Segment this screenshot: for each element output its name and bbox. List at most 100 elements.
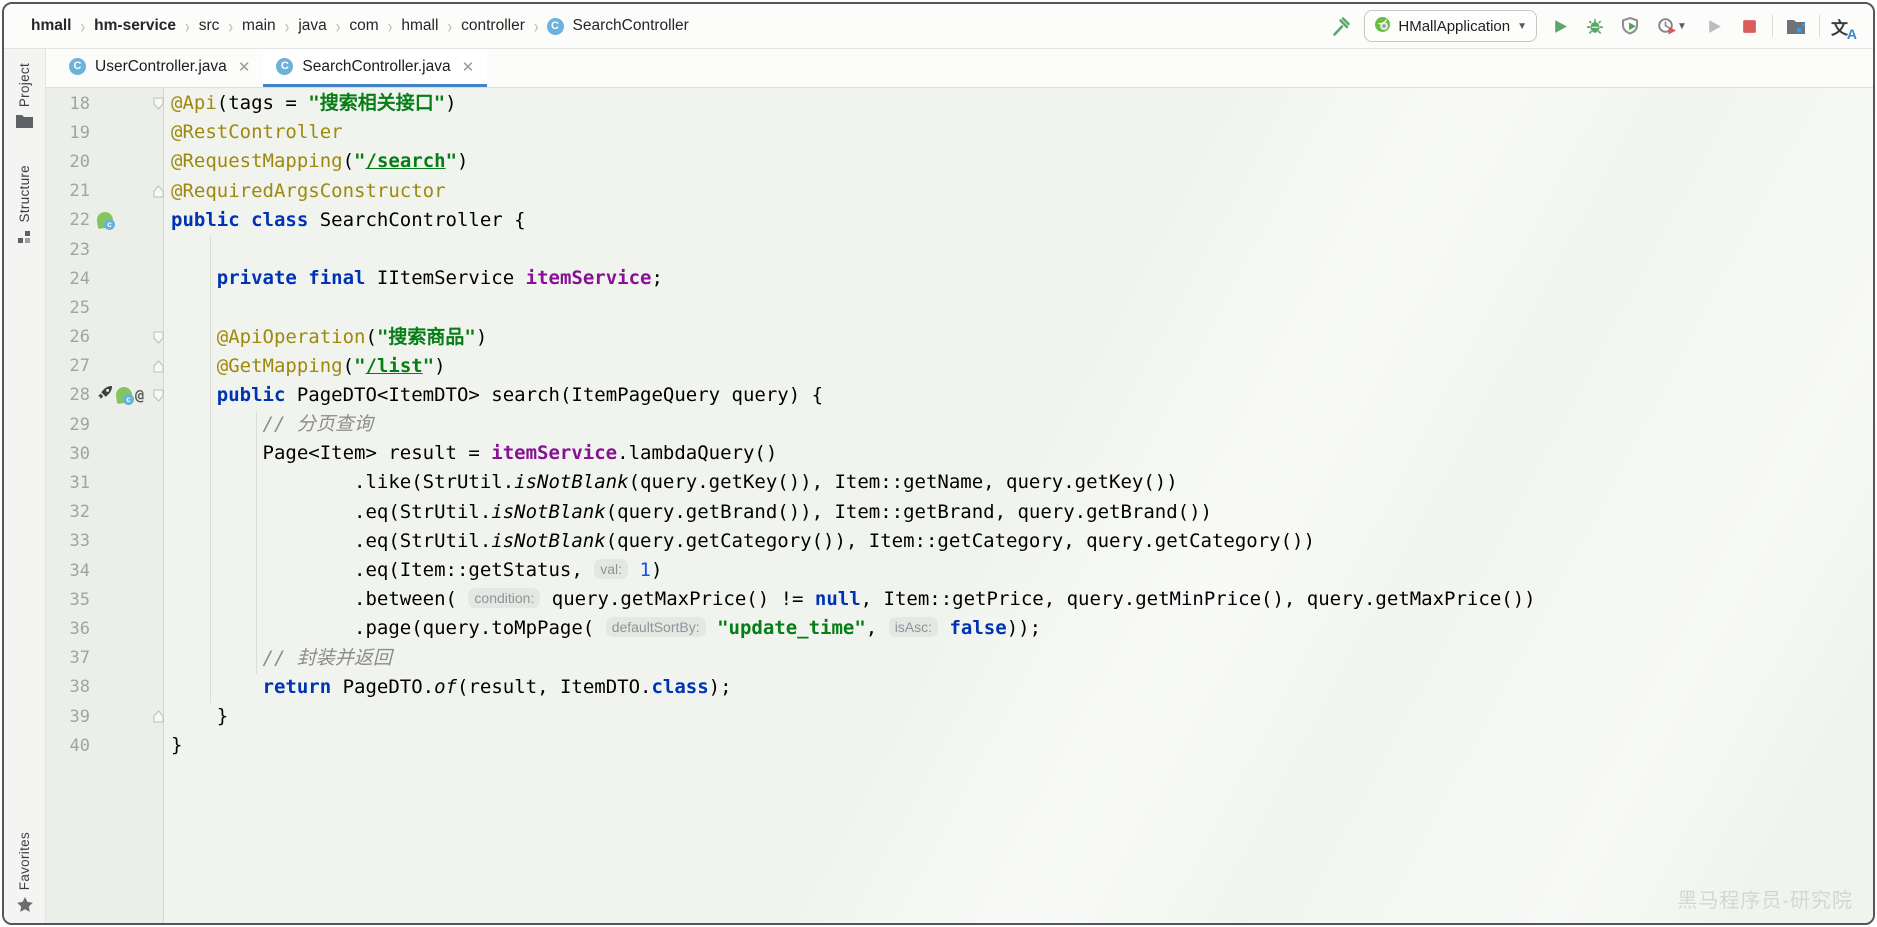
code-line-20: 20@RequestMapping("/search") <box>46 147 1873 176</box>
star-icon <box>17 897 33 915</box>
fold-marker-icon[interactable] <box>149 331 168 344</box>
code-text: @RequestMapping("/search") <box>168 147 468 176</box>
code-line-24: 24 private final IItemService itemServic… <box>46 264 1873 293</box>
code-text: private final IItemService itemService; <box>168 264 663 293</box>
breadcrumb-item-java[interactable]: java <box>291 15 333 37</box>
token-field: itemService <box>491 442 617 464</box>
code-line-28: 28c@ public PageDTO<ItemDTO> search(Item… <box>46 381 1873 410</box>
token-pl: (query.getBrand()), Item::getBrand, quer… <box>606 501 1212 523</box>
tab-usercontroller-java[interactable]: C UserController.java ✕ <box>56 49 263 87</box>
gutter-icons: c@ <box>90 385 149 406</box>
tab-label: UserController.java <box>95 58 227 76</box>
project-structure-icon[interactable] <box>1784 14 1808 38</box>
code-text: @ApiOperation("搜索商品") <box>168 323 487 352</box>
breadcrumb-bar: hmall›hm-service›src›main›java›com›hmall… <box>4 4 1873 49</box>
class-icon: C <box>276 58 293 75</box>
token-strlink: /search <box>366 150 446 172</box>
translate-icon[interactable]: 文A <box>1831 14 1859 39</box>
token-pl <box>171 676 263 698</box>
token-pl: SearchController { <box>320 209 526 231</box>
run-toolbar: HMallApplication ▼ ▼ <box>1329 10 1859 42</box>
profiler-icon[interactable]: ▼ <box>1653 14 1691 38</box>
fold-marker-icon[interactable] <box>149 360 168 373</box>
token-st: isNotBlank <box>491 530 605 552</box>
tool-window-stripe: Project Structure Favorites <box>4 49 46 923</box>
breadcrumb-separator-icon: › <box>285 15 290 37</box>
token-str: " <box>423 355 434 377</box>
fold-marker-icon[interactable] <box>149 97 168 110</box>
close-icon[interactable]: ✕ <box>462 58 475 76</box>
breadcrumb-class-name[interactable]: SearchController <box>566 15 696 37</box>
code-editor[interactable]: 18@Api(tags = "搜索相关接口")19@RestController… <box>46 88 1873 923</box>
build-hammer-icon[interactable] <box>1329 14 1353 38</box>
line-number: 25 <box>46 298 90 318</box>
run-icon[interactable] <box>1548 14 1572 38</box>
token-kw: class <box>651 676 708 698</box>
token-pl <box>171 384 217 406</box>
code-text: @RestController <box>168 118 343 147</box>
token-pl: PageDTO. <box>343 676 435 698</box>
code-text: .eq(StrUtil.isNotBlank(query.getCategory… <box>168 527 1315 556</box>
token-pl: , <box>866 617 889 639</box>
breadcrumb-item-hmall[interactable]: hmall <box>24 15 78 37</box>
spring-bean-icon[interactable]: c <box>116 387 132 403</box>
tool-window-button-project[interactable]: Project <box>16 63 33 131</box>
breadcrumb-separator-icon: › <box>336 15 341 37</box>
tool-window-button-favorites[interactable]: Favorites <box>17 832 33 915</box>
structure-icon <box>17 230 32 248</box>
spring-bean-icon[interactable]: c <box>97 212 113 228</box>
stop-icon[interactable] <box>1737 14 1761 38</box>
breadcrumb-item-main[interactable]: main <box>235 15 283 37</box>
breadcrumb-item-hmall[interactable]: hmall <box>394 15 445 37</box>
fold-marker-icon[interactable] <box>149 389 168 402</box>
code-line-22: 22cpublic class SearchController { <box>46 206 1873 235</box>
token-pl: query.getMaxPrice() != <box>540 588 815 610</box>
chevron-down-icon: ▼ <box>1517 21 1527 32</box>
code-text: public class SearchController { <box>168 206 526 235</box>
code-line-23: 23 <box>46 235 1873 264</box>
code-text: @Api(tags = "搜索相关接口") <box>168 89 457 118</box>
code-text: Page<Item> result = itemService.lambdaQu… <box>168 439 777 468</box>
token-st: of <box>434 676 457 698</box>
token-pl <box>171 267 217 289</box>
token-num: 1 <box>640 559 651 581</box>
code-line-25: 25 <box>46 293 1873 322</box>
run-configuration-select[interactable]: HMallApplication ▼ <box>1364 10 1537 42</box>
token-pl: .eq(StrUtil. <box>171 530 491 552</box>
breadcrumb-item-controller[interactable]: controller <box>454 15 532 37</box>
run-with-coverage-icon[interactable] <box>1618 14 1642 38</box>
line-number: 37 <box>46 648 90 668</box>
breadcrumb-item-hm-service[interactable]: hm-service <box>87 15 183 37</box>
line-number: 36 <box>46 619 90 639</box>
debug-icon[interactable] <box>1583 14 1607 38</box>
class-icon: C <box>69 58 86 75</box>
fold-marker-icon[interactable] <box>149 185 168 198</box>
code-text: } <box>168 702 228 731</box>
code-line-39: 39 } <box>46 702 1873 731</box>
token-pl: .eq(Item::getStatus, <box>171 559 594 581</box>
token-pl: (result, ItemDTO. <box>457 676 651 698</box>
code-line-30: 30 Page<Item> result = itemService.lambd… <box>46 439 1873 468</box>
line-number: 27 <box>46 356 90 376</box>
tab-searchcontroller-java[interactable]: CSearchController.java✕ <box>263 49 487 87</box>
close-icon[interactable]: ✕ <box>238 58 251 76</box>
breadcrumb-item-src[interactable]: src <box>192 15 227 37</box>
token-pl <box>171 647 263 669</box>
code-line-37: 37 // 封装并返回 <box>46 644 1873 673</box>
spring-boot-icon <box>1374 16 1391 37</box>
toolbar-separator <box>1772 15 1773 37</box>
line-number: 34 <box>46 561 90 581</box>
breadcrumb-item-com[interactable]: com <box>342 15 385 37</box>
token-ann: @GetMapping <box>217 355 343 377</box>
fold-marker-icon[interactable] <box>149 710 168 723</box>
line-number: 21 <box>46 181 90 201</box>
ide-window: hmall›hm-service›src›main›java›com›hmall… <box>2 2 1875 925</box>
run-http-rocket-icon[interactable] <box>97 385 113 406</box>
token-str: " <box>354 150 365 172</box>
tool-window-button-structure[interactable]: Structure <box>17 165 32 247</box>
token-ann: @RequiredArgsConstructor <box>171 180 446 202</box>
line-number: 38 <box>46 677 90 697</box>
tool-window-label: Structure <box>17 165 32 222</box>
token-st: isNotBlank <box>491 501 605 523</box>
request-mapping-at-icon[interactable]: @ <box>135 386 144 404</box>
